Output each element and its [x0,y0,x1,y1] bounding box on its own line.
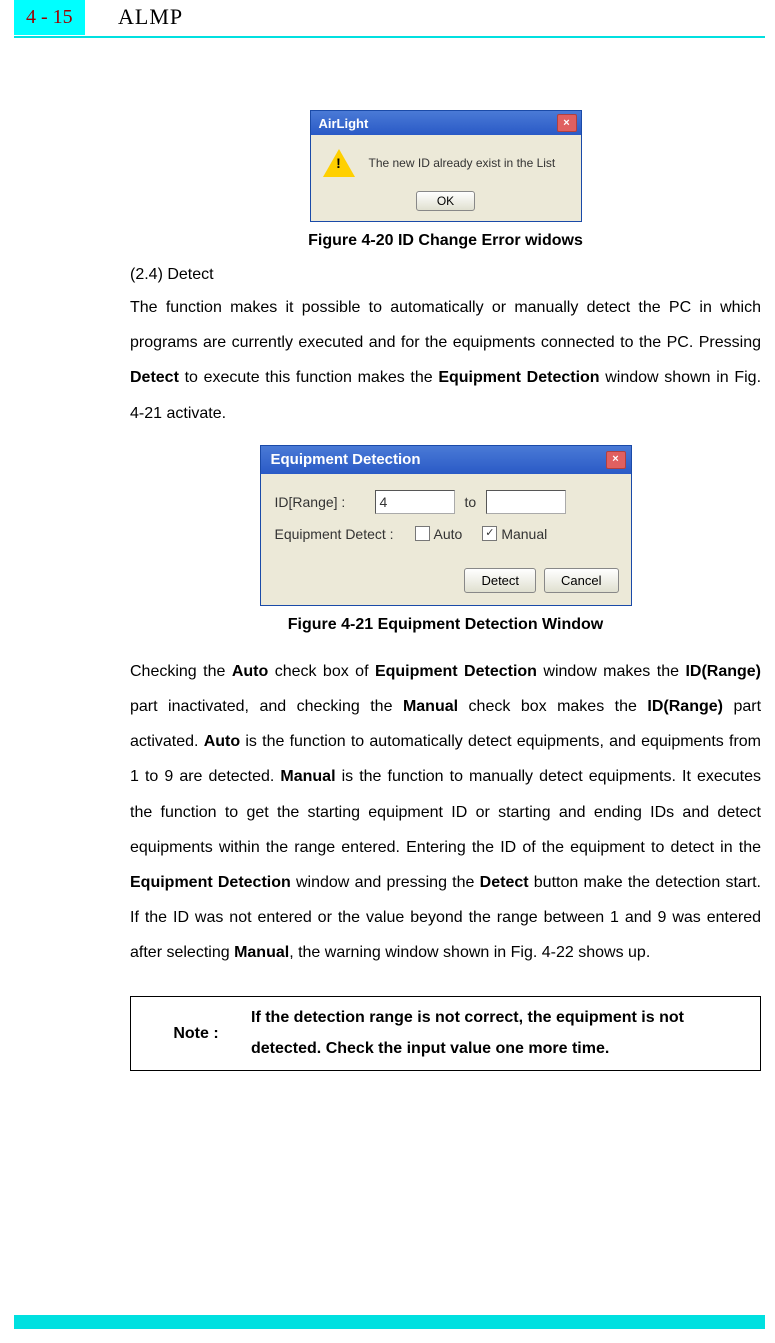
manual-checkbox[interactable]: ✓ [482,526,497,541]
equipment-detection-dialog: Equipment Detection × ID[Range] : 4 to E… [260,445,632,606]
footer-bar [14,1315,765,1329]
id-range-to-input[interactable] [486,490,566,514]
header-title: ALMP [118,4,183,30]
airlight-dialog-title: AirLight [319,116,369,131]
section-2-4-detect-heading: (2.4) Detect [130,266,761,284]
figure-4-20-caption: Figure 4-20 ID Change Error widows [130,232,761,250]
equipment-detect-label: Equipment Detect : [275,526,405,542]
close-icon[interactable]: × [606,451,626,469]
cancel-button[interactable]: Cancel [544,568,618,593]
header-divider [14,36,765,38]
manual-checkbox-label: Manual [501,526,547,542]
warning-icon [323,149,355,177]
paragraph-detect-intro: The function makes it possible to automa… [130,290,761,431]
id-range-from-input[interactable]: 4 [375,490,455,514]
detect-button[interactable]: Detect [464,568,536,593]
paragraph-detect-details: Checking the Auto check box of Equipment… [130,654,761,971]
to-label: to [465,494,477,510]
note-box: Note : If the detection range is not cor… [130,996,761,1071]
airlight-dialog: AirLight × The new ID already exist in t… [310,110,582,222]
close-icon[interactable]: × [557,114,577,132]
note-text: If the detection range is not correct, t… [251,1003,750,1064]
equipment-detection-title: Equipment Detection [271,451,421,468]
figure-4-21-caption: Figure 4-21 Equipment Detection Window [130,616,761,634]
id-range-label: ID[Range] : [275,494,365,510]
auto-checkbox-label: Auto [434,526,463,542]
page-number-badge: 4 - 15 [14,0,85,35]
airlight-dialog-message: The new ID already exist in the List [369,156,556,170]
note-label: Note : [141,1025,251,1043]
auto-checkbox[interactable] [415,526,430,541]
ok-button[interactable]: OK [416,191,475,211]
